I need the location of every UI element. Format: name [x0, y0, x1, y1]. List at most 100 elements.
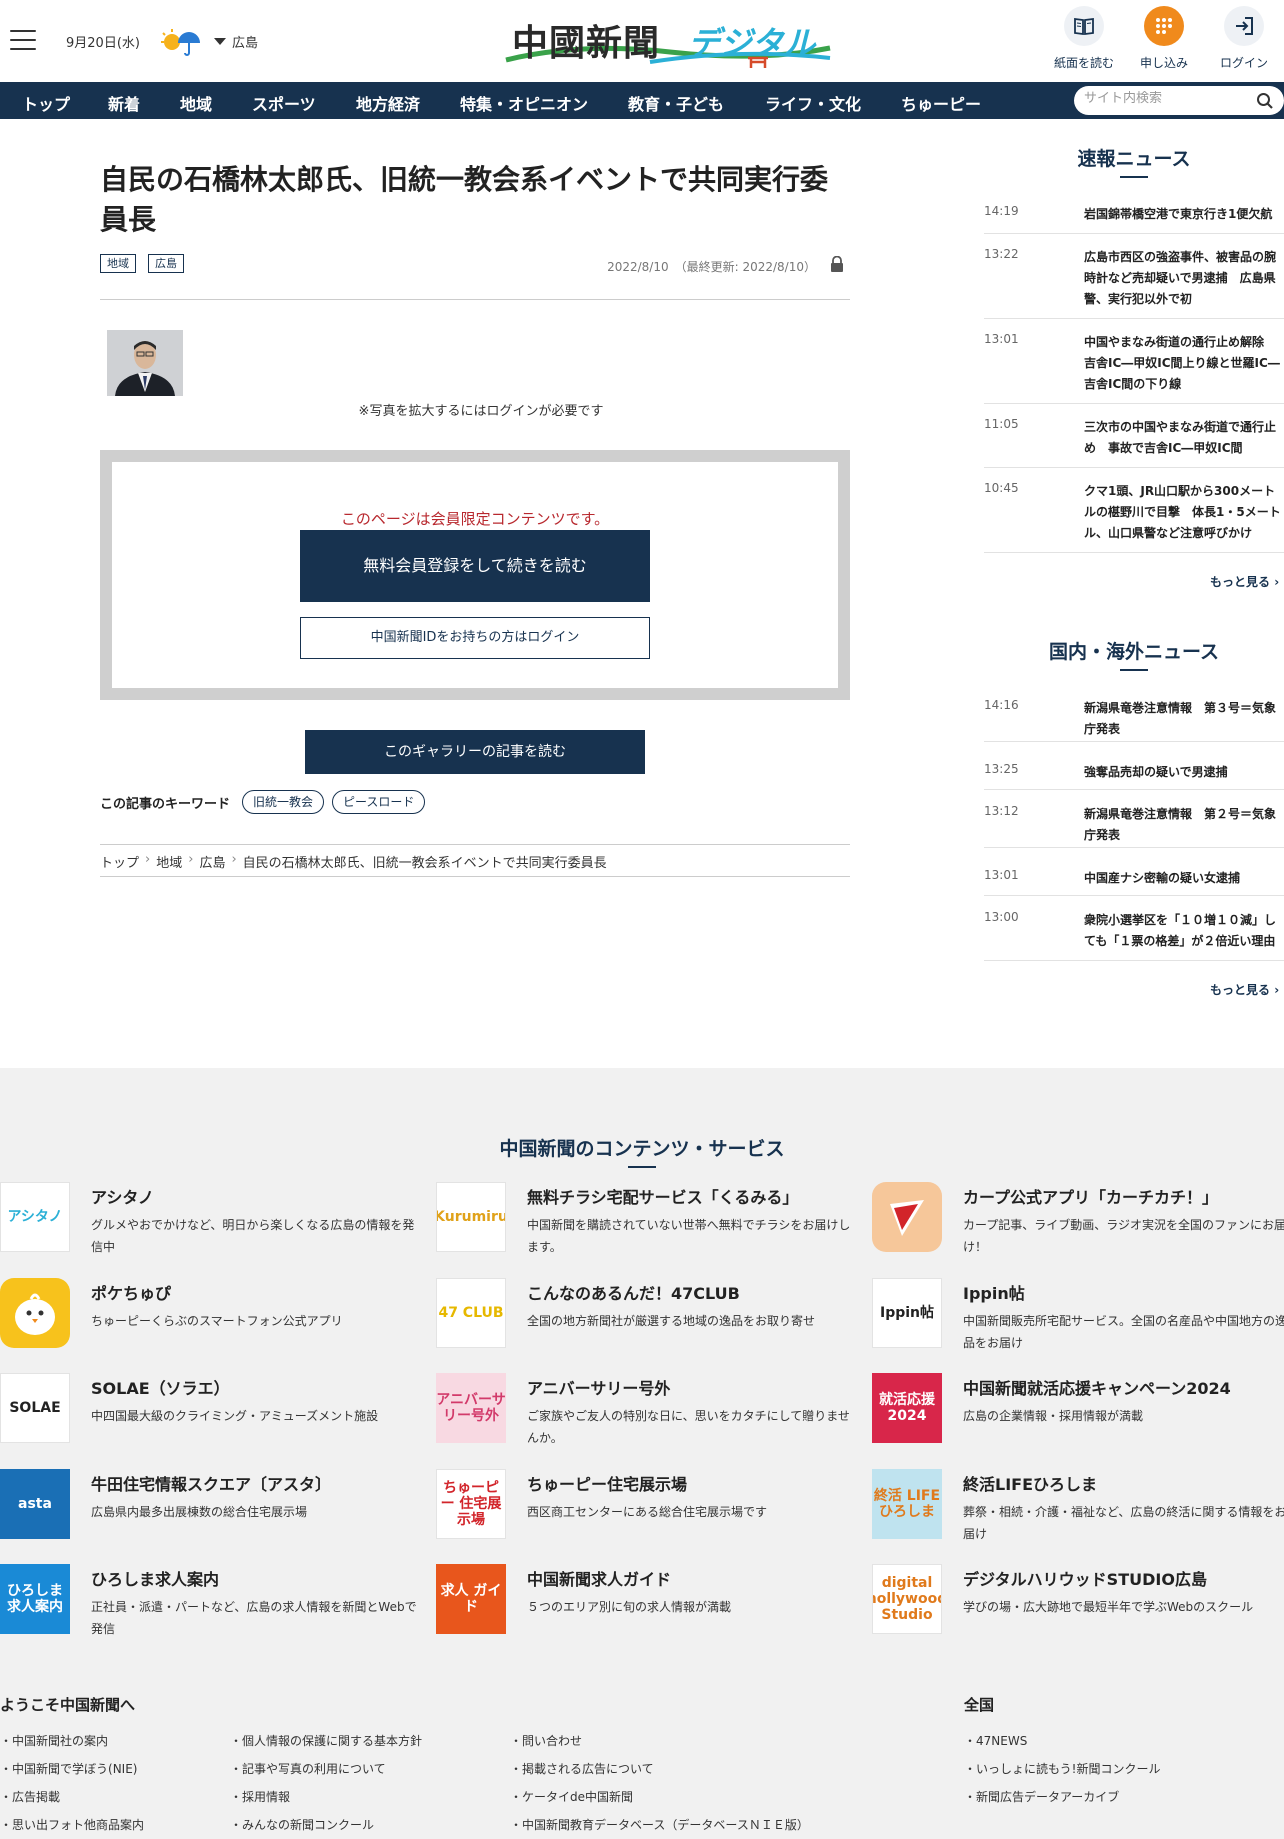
more-link[interactable]: もっと見る ›	[1210, 981, 1279, 998]
service-name[interactable]: 牛田住宅情報スクエア〔アスタ〕	[91, 1471, 331, 1495]
news-headline[interactable]: クマ1頭、JR山口駅から300メートルの椹野川で目撃 体長1・5メートル、山口県…	[1084, 481, 1284, 544]
news-headline[interactable]: 岩国錦帯橋空港で東京行き1便欠航	[1084, 204, 1284, 225]
service-card[interactable]: digital hollywood Studio デジタルハリウッドSTUDIO広…	[872, 1564, 1284, 1644]
service-card[interactable]: Ippin帖 Ippin帖 中国新聞販売所宅配サービス。全国の名産品や中国地方の逸品…	[872, 1278, 1284, 1358]
footer-link[interactable]: ・問い合わせ	[510, 1732, 582, 1749]
footer-link[interactable]: ・思い出フォト他商品案内	[0, 1816, 144, 1833]
news-item[interactable]: 13:12 新潟県竜巻注意情報 第２号＝気象庁発表	[984, 804, 1284, 848]
region-selector[interactable]: 広島	[214, 32, 258, 51]
news-headline[interactable]: 強奪品売却の疑いで男逮捕	[1084, 762, 1284, 783]
nav-item-education[interactable]: 教育・子ども	[628, 91, 724, 115]
footer-link[interactable]: ・いっしょに読もう!新聞コンクール	[964, 1760, 1160, 1777]
service-card[interactable]: 就活応援 2024 中国新聞就活応援キャンペーン2024 広島の企業情報・採用情報が…	[872, 1373, 1284, 1453]
news-item[interactable]: 11:05 三次市の中国やまなみ街道で通行止め 事故で吉舎IC―甲奴IC間	[984, 417, 1284, 468]
news-item[interactable]: 13:00 衆院小選挙区を「１０増１０減」しても「１票の格差」が２倍近い理由	[984, 910, 1284, 961]
footer-link[interactable]: ・中国新聞社の案内	[0, 1732, 108, 1749]
nav-item-sports[interactable]: スポーツ	[252, 91, 316, 115]
news-item[interactable]: 13:01 中国やまなみ街道の通行止め解除 吉舎IC―甲奴IC間上り線と世羅IC…	[984, 332, 1284, 404]
service-name[interactable]: 中国新聞求人ガイド	[527, 1566, 671, 1590]
footer-link[interactable]: ・中国新聞で学ぼう(NIE)	[0, 1760, 137, 1777]
nav-item-region[interactable]: 地域	[180, 91, 212, 115]
breadcrumb-item[interactable]: トップ	[100, 852, 139, 871]
news-headline[interactable]: 三次市の中国やまなみ街道で通行止め 事故で吉舎IC―甲奴IC間	[1084, 417, 1284, 459]
service-name[interactable]: Ippin帖	[963, 1280, 1025, 1304]
breadcrumb-item[interactable]: 地域	[156, 852, 182, 871]
footer-link[interactable]: ・ケータイde中国新聞	[510, 1788, 633, 1805]
article-photo[interactable]	[107, 330, 183, 396]
read-paper-button[interactable]: 紙面を読む	[1048, 6, 1120, 71]
service-card[interactable]: アニバーサリー号外 アニバーサリー号外 ご家族やご友人の特別な日に、思いをカタチにし…	[436, 1373, 866, 1453]
keyword-chip[interactable]: 旧統一教会	[242, 790, 325, 814]
news-item[interactable]: 14:16 新潟県竜巻注意情報 第３号＝気象庁発表	[984, 698, 1284, 742]
news-item[interactable]: 13:01 中国産ナシ密輸の疑い女逮捕	[984, 868, 1284, 896]
footer-link[interactable]: ・掲載される広告について	[510, 1760, 654, 1777]
register-button[interactable]: 無料会員登録をして続きを読む	[300, 530, 650, 602]
service-name[interactable]: デジタルハリウッドSTUDIO広島	[963, 1566, 1207, 1590]
news-item[interactable]: 13:25 強奪品売却の疑いで男逮捕	[984, 762, 1284, 790]
service-card[interactable]: ひろしま 求人案内 ひろしま求人案内 正社員・派遣・パートなど、広島の求人情報を新聞…	[0, 1564, 430, 1644]
search-input[interactable]	[1084, 91, 1244, 106]
news-headline[interactable]: 衆院小選挙区を「１０増１０減」しても「１票の格差」が２倍近い理由	[1084, 910, 1284, 952]
news-item[interactable]: 14:19 岩国錦帯橋空港で東京行き1便欠航	[984, 204, 1284, 234]
service-name[interactable]: ポケちゅぴ	[91, 1280, 171, 1304]
service-card[interactable]: カープ公式アプリ「カーチカチ！」 カープ記事、ライブ動画、ラジオ実況を全国のファン…	[872, 1182, 1284, 1262]
footer-link[interactable]: ・採用情報	[230, 1788, 290, 1805]
service-name[interactable]: カープ公式アプリ「カーチカチ！」	[963, 1184, 1218, 1208]
nav-item-economy[interactable]: 地方経済	[356, 91, 420, 115]
service-name[interactable]: ひろしま求人案内	[91, 1566, 219, 1590]
tag-region[interactable]: 地域	[100, 254, 136, 273]
nav-item-life[interactable]: ライフ・文化	[765, 91, 861, 115]
service-card[interactable]: Kurumiru 無料チラシ宅配サービス「くるみる」 中国新聞を購読されていない世帯…	[436, 1182, 866, 1262]
service-name[interactable]: ちゅーピー住宅展示場	[527, 1471, 687, 1495]
news-headline[interactable]: 広島市西区の強盗事件、被害品の腕時計など売却疑いで男逮捕 広島県警、実行犯以外で…	[1084, 247, 1284, 310]
service-card[interactable]: asta 牛田住宅情報スクエア〔アスタ〕 広島県内最多出展棟数の総合住宅展示場	[0, 1469, 430, 1549]
breadcrumb-current: 自民の石橋林太郎氏、旧統一教会系イベントで共同実行委員長	[242, 856, 607, 871]
nav-item-new[interactable]: 新着	[108, 91, 140, 115]
service-name[interactable]: 無料チラシ宅配サービス「くるみる」	[527, 1184, 798, 1208]
news-headline[interactable]: 新潟県竜巻注意情報 第３号＝気象庁発表	[1084, 698, 1284, 740]
tag-hiroshima[interactable]: 広島	[148, 254, 184, 273]
nav-item-opinion[interactable]: 特集・オピニオン	[460, 91, 588, 115]
gallery-button[interactable]: このギャラリーの記事を読む	[305, 730, 645, 774]
service-card[interactable]: 47 CLUB こんなのあるんだ！47CLUB 全国の地方新聞社が厳選する地域の逸品…	[436, 1278, 866, 1358]
keyword-chip[interactable]: ピースロード	[332, 790, 426, 814]
menu-icon[interactable]	[10, 30, 36, 50]
site-logo[interactable]: 中國新聞 デジタル	[500, 8, 835, 70]
service-card[interactable]: アシタノ アシタノ グルメやおでかけなど、明日から楽しくなる広島の情報を発信中	[0, 1182, 430, 1262]
service-name[interactable]: アシタノ	[91, 1184, 154, 1208]
service-name[interactable]: 終活LIFEひろしま	[963, 1471, 1097, 1495]
service-name[interactable]: 中国新聞就活応援キャンペーン2024	[963, 1375, 1231, 1399]
footer-link[interactable]: ・みんなの新聞コンクール	[230, 1816, 374, 1833]
news-item[interactable]: 10:45 クマ1頭、JR山口駅から300メートルの椹野川で目撃 体長1・5メー…	[984, 481, 1284, 553]
chick-mascot-icon	[15, 1293, 55, 1335]
service-card[interactable]: SOLAE SOLAE（ソラエ） 中四国最大級のクライミング・アミューズメント施設	[0, 1373, 430, 1453]
service-card[interactable]: 求人 ガイド 中国新聞求人ガイド ５つのエリア別に旬の求人情報が満載	[436, 1564, 866, 1644]
service-card[interactable]: 終活 LIFE ひろしま 終活LIFEひろしま 葬祭・相続・介護・福祉など、広島の終…	[872, 1469, 1284, 1549]
news-item[interactable]: 13:22 広島市西区の強盗事件、被害品の腕時計など売却疑いで男逮捕 広島県警、…	[984, 247, 1284, 319]
news-time: 14:16	[984, 698, 1019, 712]
news-headline[interactable]: 中国やまなみ街道の通行止め解除 吉舎IC―甲奴IC間上り線と世羅IC―吉舎IC間…	[1084, 332, 1284, 395]
more-link[interactable]: もっと見る ›	[1210, 573, 1279, 590]
footer-link[interactable]: ・新聞広告データアーカイブ	[964, 1788, 1119, 1805]
service-name[interactable]: アニバーサリー号外	[527, 1375, 670, 1399]
footer-link[interactable]: ・47NEWS	[964, 1732, 1027, 1749]
login-button[interactable]: ログイン	[1208, 6, 1280, 71]
nav-item-top[interactable]: トップ	[22, 91, 70, 115]
search-icon[interactable]	[1256, 92, 1274, 110]
footer-link[interactable]: ・個人情報の保護に関する基本方針	[230, 1732, 422, 1749]
id-login-button[interactable]: 中国新聞IDをお持ちの方はログイン	[300, 617, 650, 659]
footer-link[interactable]: ・記事や写真の利用について	[230, 1760, 386, 1777]
news-headline[interactable]: 中国産ナシ密輸の疑い女逮捕	[1084, 868, 1284, 889]
service-card[interactable]: ちゅーピー 住宅展示場 ちゅーピー住宅展示場 西区商工センターにある総合住宅展示場で…	[436, 1469, 866, 1549]
news-headline[interactable]: 新潟県竜巻注意情報 第２号＝気象庁発表	[1084, 804, 1284, 846]
service-description: ちゅーピーくらぶのスマートフォン公式アプリ	[91, 1314, 343, 1328]
service-name[interactable]: こんなのあるんだ！47CLUB	[527, 1280, 740, 1304]
service-logo-icon: アシタノ	[0, 1182, 70, 1252]
apply-button[interactable]: 申し込み	[1128, 6, 1200, 71]
service-name[interactable]: SOLAE（ソラエ）	[91, 1375, 230, 1399]
nav-item-chupy[interactable]: ちゅーピー	[901, 91, 981, 115]
footer-link[interactable]: ・中国新聞教育データベース（データベースＮＩＥ版）	[510, 1816, 809, 1833]
footer-link[interactable]: ・広告掲載	[0, 1788, 60, 1805]
service-card[interactable]: ポケちゅぴちゅーピーくらぶのスマートフォン公式アプリ	[0, 1278, 430, 1358]
breadcrumb-item[interactable]: 広島	[199, 852, 225, 871]
